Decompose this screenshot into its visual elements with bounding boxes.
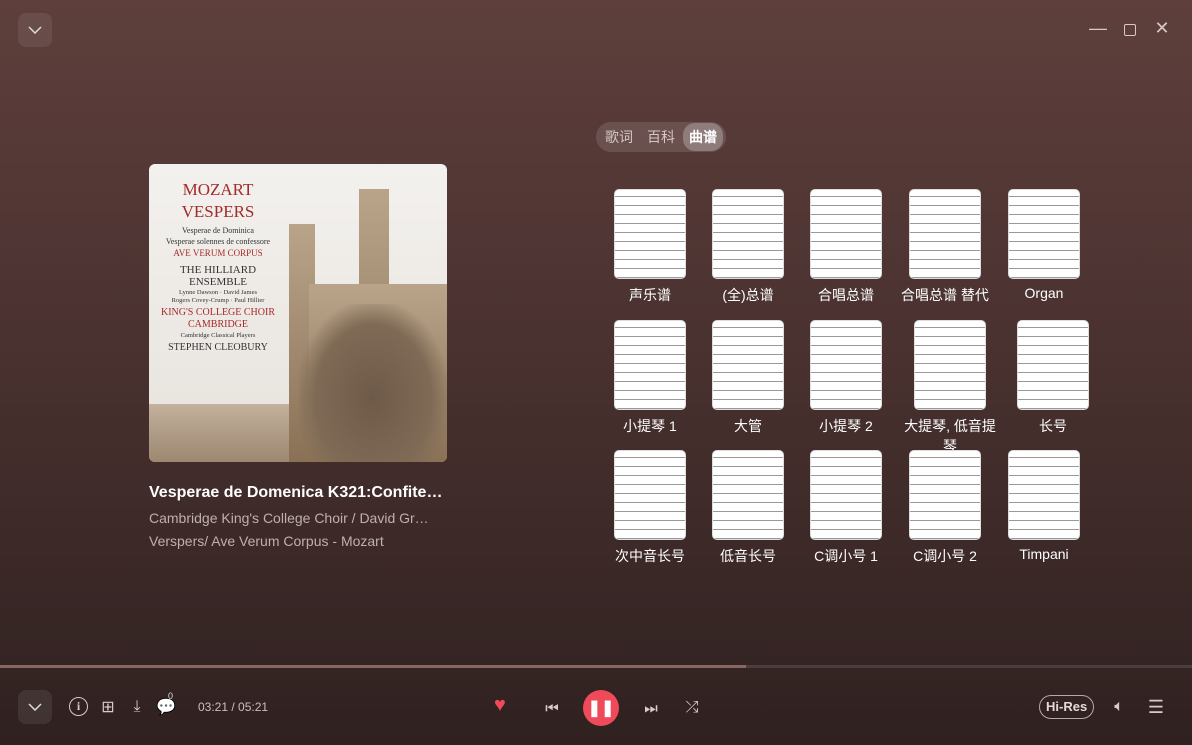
add-to-playlist-icon[interactable]: ⊞ <box>97 696 119 718</box>
score-thumbnail <box>614 450 686 540</box>
progress-fill <box>0 665 747 668</box>
pause-button[interactable]: ❚❚ <box>583 690 619 726</box>
score-label: 次中音长号 <box>615 548 685 564</box>
score-label: C调小号 1 <box>814 548 878 564</box>
shuffle-icon[interactable]: ⤮ <box>681 697 703 719</box>
score-label: C调小号 2 <box>913 548 977 564</box>
score-thumbnail <box>614 320 686 410</box>
volume-icon[interactable]: 🔈︎ <box>1108 696 1130 718</box>
score-label: Timpani <box>1019 546 1069 562</box>
score-label: (全)总谱 <box>722 287 774 303</box>
score-thumbnail <box>909 450 981 540</box>
info-icon[interactable]: i <box>69 697 88 716</box>
score-item[interactable]: 次中音长号 <box>600 450 700 566</box>
score-thumbnail <box>810 189 882 279</box>
score-label: 小提琴 2 <box>819 418 873 434</box>
tab-lyrics[interactable]: 歌词 <box>599 123 639 151</box>
score-thumbnail <box>810 320 882 410</box>
score-label: Organ <box>1024 285 1064 301</box>
score-item[interactable]: 合唱总谱 <box>796 189 896 305</box>
collapse-player-button[interactable] <box>18 13 52 47</box>
score-item[interactable]: 大管 <box>698 320 798 436</box>
chevron-down-icon <box>28 26 42 34</box>
collapse-button[interactable] <box>18 690 52 724</box>
previous-icon[interactable]: ⏮ <box>541 697 563 719</box>
score-item[interactable]: C调小号 1 <box>796 450 896 566</box>
score-thumbnail <box>914 320 986 410</box>
time-display: 03:21 / 05:21 <box>198 700 269 714</box>
song-artists[interactable]: Cambridge King's College Choir / David G… <box>149 510 444 526</box>
progress-bar[interactable] <box>0 665 1192 668</box>
score-thumbnail <box>712 320 784 410</box>
score-item[interactable]: 声乐谱 <box>600 189 700 305</box>
score-item[interactable]: Organ <box>994 189 1094 301</box>
score-thumbnail <box>712 189 784 279</box>
score-label: 大管 <box>734 418 762 434</box>
quality-badge[interactable]: Hi-Res <box>1039 695 1095 719</box>
score-item[interactable]: 大提琴, 低音提琴 <box>900 320 1000 456</box>
tab-wiki[interactable]: 百科 <box>641 123 681 151</box>
score-item[interactable]: Timpani <box>994 450 1094 562</box>
score-item[interactable]: 合唱总谱 替代 <box>895 189 995 305</box>
score-item[interactable]: 小提琴 1 <box>600 320 700 436</box>
view-tabs: 歌词 百科 曲谱 <box>596 122 726 152</box>
tab-score[interactable]: 曲谱 <box>683 123 723 151</box>
score-label: 合唱总谱 <box>818 287 874 303</box>
comment-icon[interactable]: 💬 <box>155 696 177 718</box>
maximize-button[interactable] <box>1124 24 1136 36</box>
score-thumbnail <box>1008 189 1080 279</box>
score-item[interactable]: 小提琴 2 <box>796 320 896 436</box>
score-label: 长号 <box>1039 418 1067 434</box>
song-album[interactable]: Verspers/ Ave Verum Corpus - Mozart <box>149 533 444 549</box>
score-label: 低音长号 <box>720 548 776 564</box>
score-thumbnail <box>614 189 686 279</box>
score-thumbnail <box>1008 450 1080 540</box>
album-cover: MOZART VESPERS Vesperae de Dominica Vesp… <box>149 164 447 462</box>
close-button[interactable]: ✕ <box>1152 18 1172 39</box>
score-item[interactable]: 低音长号 <box>698 450 798 566</box>
song-title: Vesperae de Domenica K321:Confite… <box>149 484 443 501</box>
score-label: 声乐谱 <box>629 287 671 303</box>
score-item[interactable]: (全)总谱 <box>698 189 798 305</box>
chevron-down-icon <box>28 703 42 711</box>
score-thumbnail <box>1017 320 1089 410</box>
download-icon[interactable]: ⤓ <box>126 696 148 718</box>
score-thumbnail <box>810 450 882 540</box>
like-heart-icon[interactable]: ♥ <box>494 694 506 717</box>
minimize-button[interactable]: — <box>1088 18 1108 39</box>
score-thumbnail <box>712 450 784 540</box>
score-thumbnail <box>909 189 981 279</box>
score-item[interactable]: C调小号 2 <box>895 450 995 566</box>
score-label: 合唱总谱 替代 <box>901 287 989 303</box>
pause-icon: ❚❚ <box>587 700 615 717</box>
playlist-icon[interactable]: ☰ <box>1145 696 1167 718</box>
score-label: 小提琴 1 <box>623 418 677 434</box>
next-icon[interactable]: ⏭ <box>640 697 662 719</box>
score-item[interactable]: 长号 <box>1003 320 1103 436</box>
comment-count: 0 <box>168 691 174 701</box>
